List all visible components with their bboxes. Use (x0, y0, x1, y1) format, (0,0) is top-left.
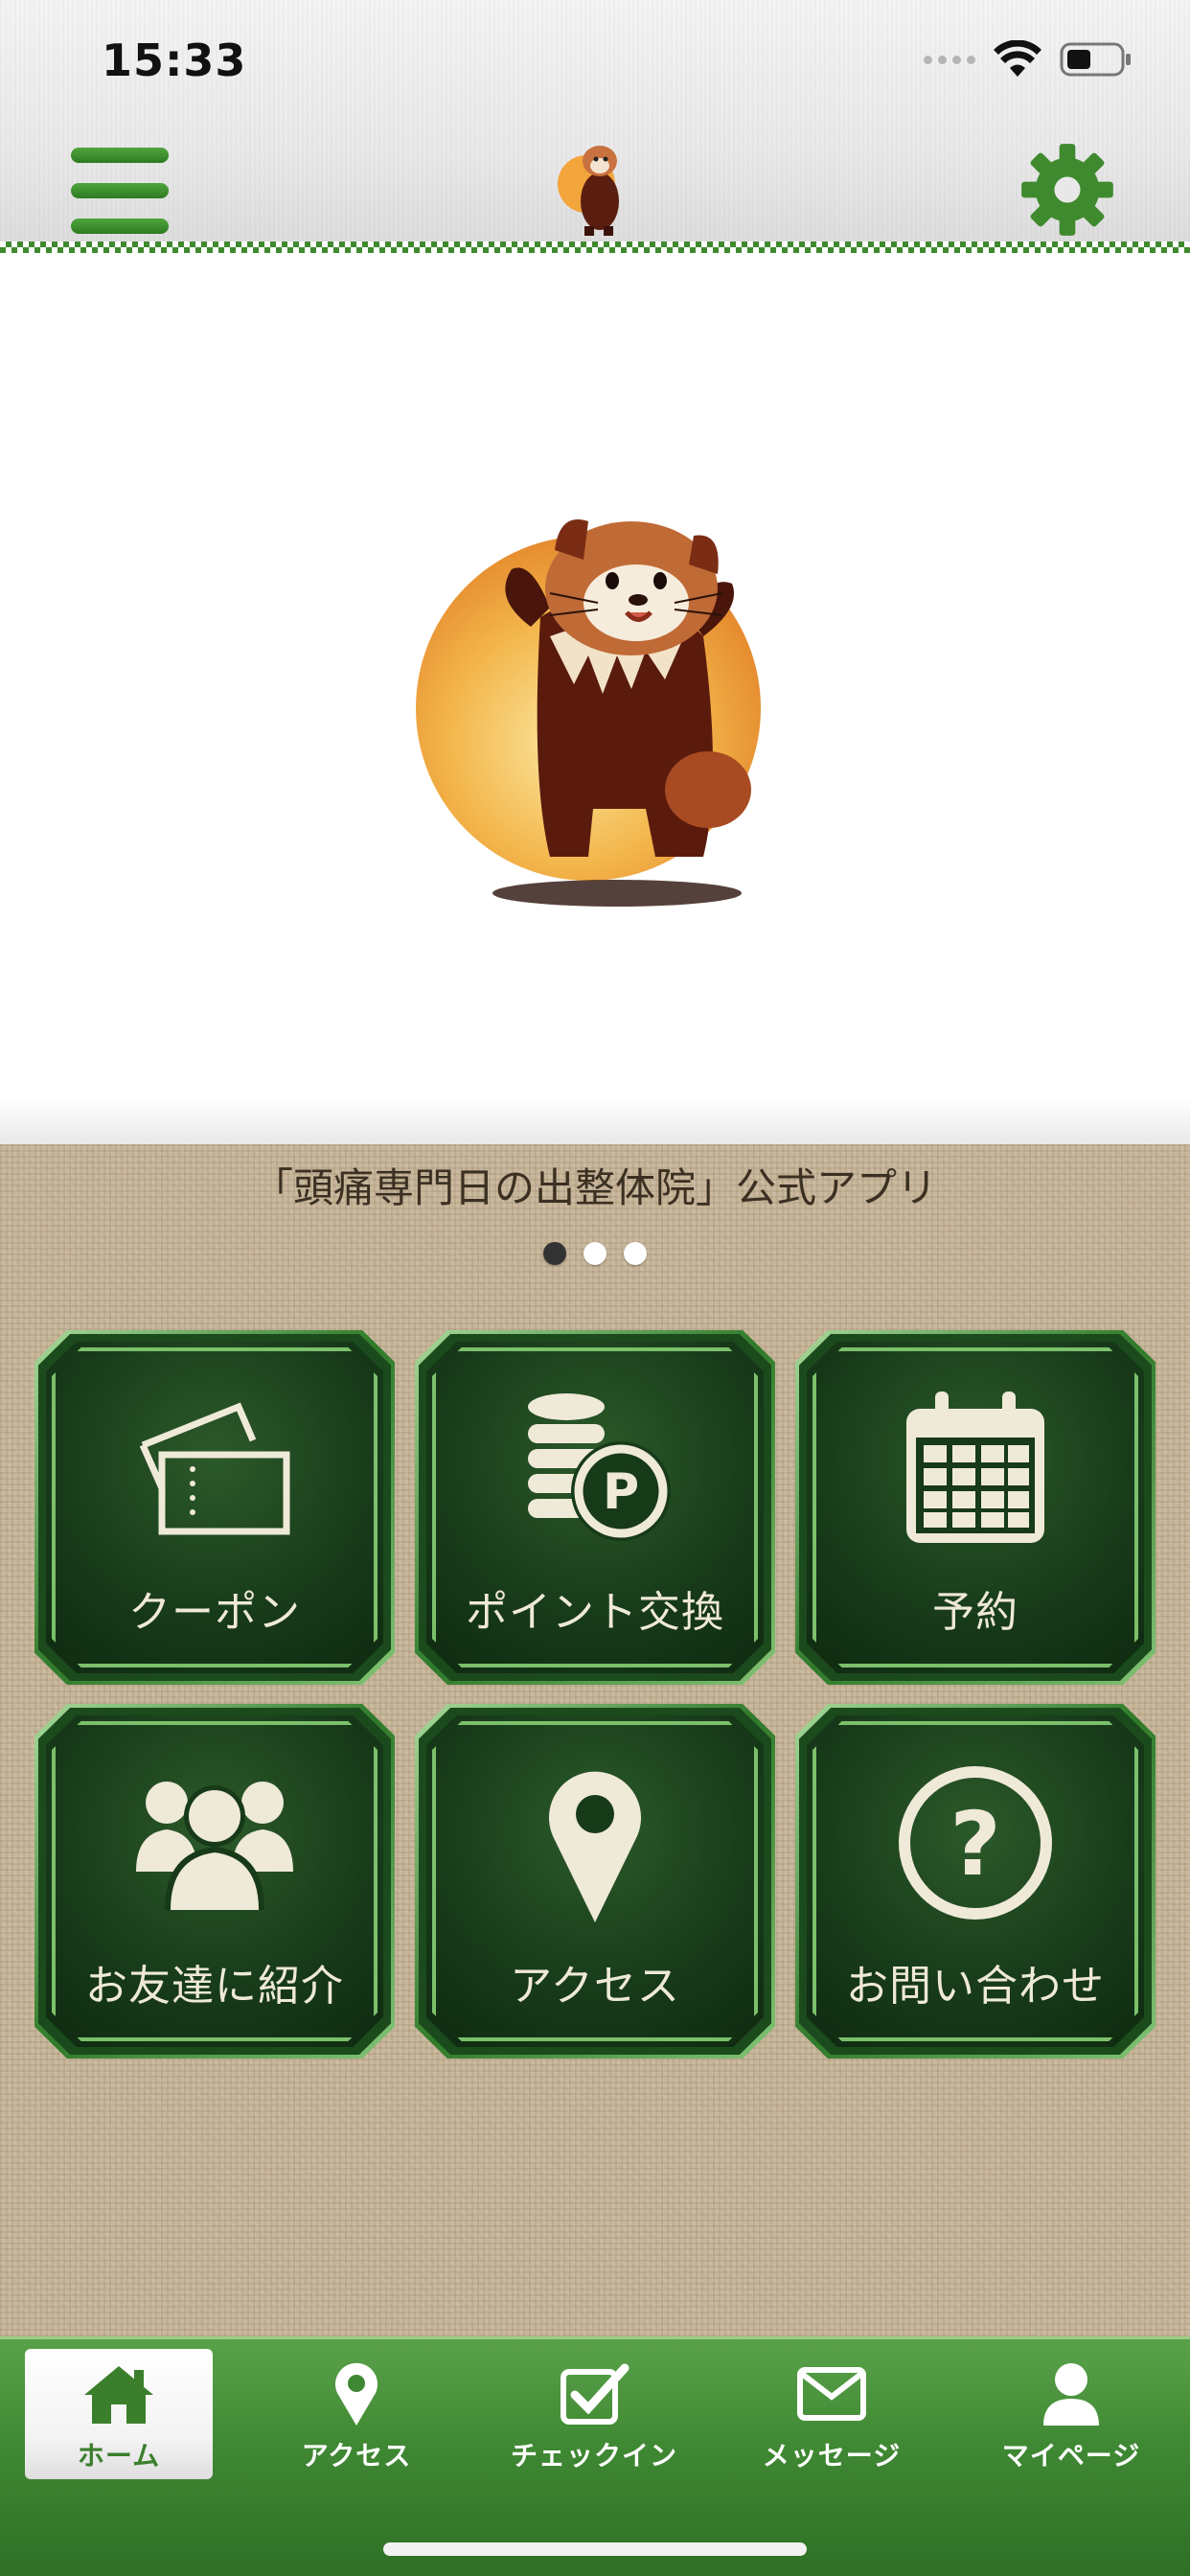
status-time: 15:33 (102, 34, 247, 86)
svg-text:?: ? (950, 1793, 1000, 1896)
carousel-page-indicator[interactable] (0, 1242, 1190, 1265)
reservation-label: 予約 (932, 1588, 1018, 1637)
tab-mypage-label: マイページ (1001, 2440, 1141, 2472)
wifi-icon (994, 40, 1041, 77)
tab-message[interactable]: メッセージ (738, 2349, 926, 2479)
point-exchange-tile[interactable]: P ポイント交換 (415, 1330, 775, 1685)
tab-message-label: メッセージ (762, 2440, 902, 2472)
map-pin-icon (335, 2362, 378, 2426)
envelope-icon (797, 2367, 866, 2421)
top-header: 15:33 (0, 0, 1190, 253)
tab-access[interactable]: アクセス (263, 2349, 450, 2479)
header-checker-border (0, 242, 1190, 253)
point-exchange-label: ポイント交換 (466, 1588, 724, 1637)
tab-checkin[interactable]: チェックイン (500, 2349, 688, 2479)
coins-points-icon: P (528, 1393, 671, 1541)
map-pin-icon (549, 1771, 641, 1922)
access-tile[interactable]: アクセス (415, 1704, 775, 2058)
access-label: アクセス (510, 1962, 680, 2011)
ticket-icon (139, 1402, 290, 1535)
app-screen: 15:33 「頭痛専門日の出整体院」公式アプリ クーポン P ポイント交換 予約… (0, 0, 1190, 2576)
refer-friends-label: お友達に紹介 (85, 1962, 344, 2011)
tab-home-label: ホーム (77, 2440, 161, 2472)
checkbox-icon (561, 2363, 629, 2425)
coupon-label: クーポン (128, 1588, 301, 1637)
banner-carousel[interactable] (0, 253, 1190, 1144)
tab-mypage[interactable]: マイページ (977, 2349, 1165, 2479)
tab-checkin-label: チェックイン (510, 2440, 677, 2472)
hamburger-menu-icon[interactable] (71, 148, 169, 234)
svg-text:P: P (603, 1463, 639, 1521)
header-logo-icon[interactable] (548, 134, 640, 240)
carousel-dot-3[interactable] (624, 1242, 647, 1265)
carousel-dot-2[interactable] (584, 1242, 606, 1265)
people-group-icon (136, 1782, 293, 1910)
home-icon (84, 2366, 153, 2424)
status-indicators (924, 40, 1133, 79)
battery-icon (1060, 42, 1131, 77)
app-title: 「頭痛専門日の出整体院」公式アプリ (252, 1164, 937, 1211)
inquiry-tile[interactable]: ? お問い合わせ (795, 1704, 1156, 2058)
red-panda-mascot-illustration (416, 519, 761, 907)
home-indicator[interactable] (383, 2542, 807, 2556)
user-icon (1043, 2363, 1099, 2426)
gear-icon[interactable] (1018, 140, 1117, 240)
coupon-tile[interactable]: クーポン (34, 1330, 395, 1685)
reservation-tile[interactable]: 予約 (795, 1330, 1156, 1685)
refer-friends-tile[interactable]: お友達に紹介 (34, 1704, 395, 2058)
tab-access-label: アクセス (301, 2440, 412, 2472)
calendar-icon (906, 1392, 1044, 1543)
inquiry-label: お問い合わせ (846, 1962, 1105, 2011)
bottom-tab-bar: ホーム アクセス チェックイン メッセージ マイページ (0, 2336, 1190, 2576)
question-circle-icon: ? (899, 1766, 1052, 1920)
carousel-dot-1[interactable] (543, 1242, 566, 1265)
cellular-signal-icon (924, 55, 975, 64)
tab-home[interactable]: ホーム (25, 2349, 213, 2479)
